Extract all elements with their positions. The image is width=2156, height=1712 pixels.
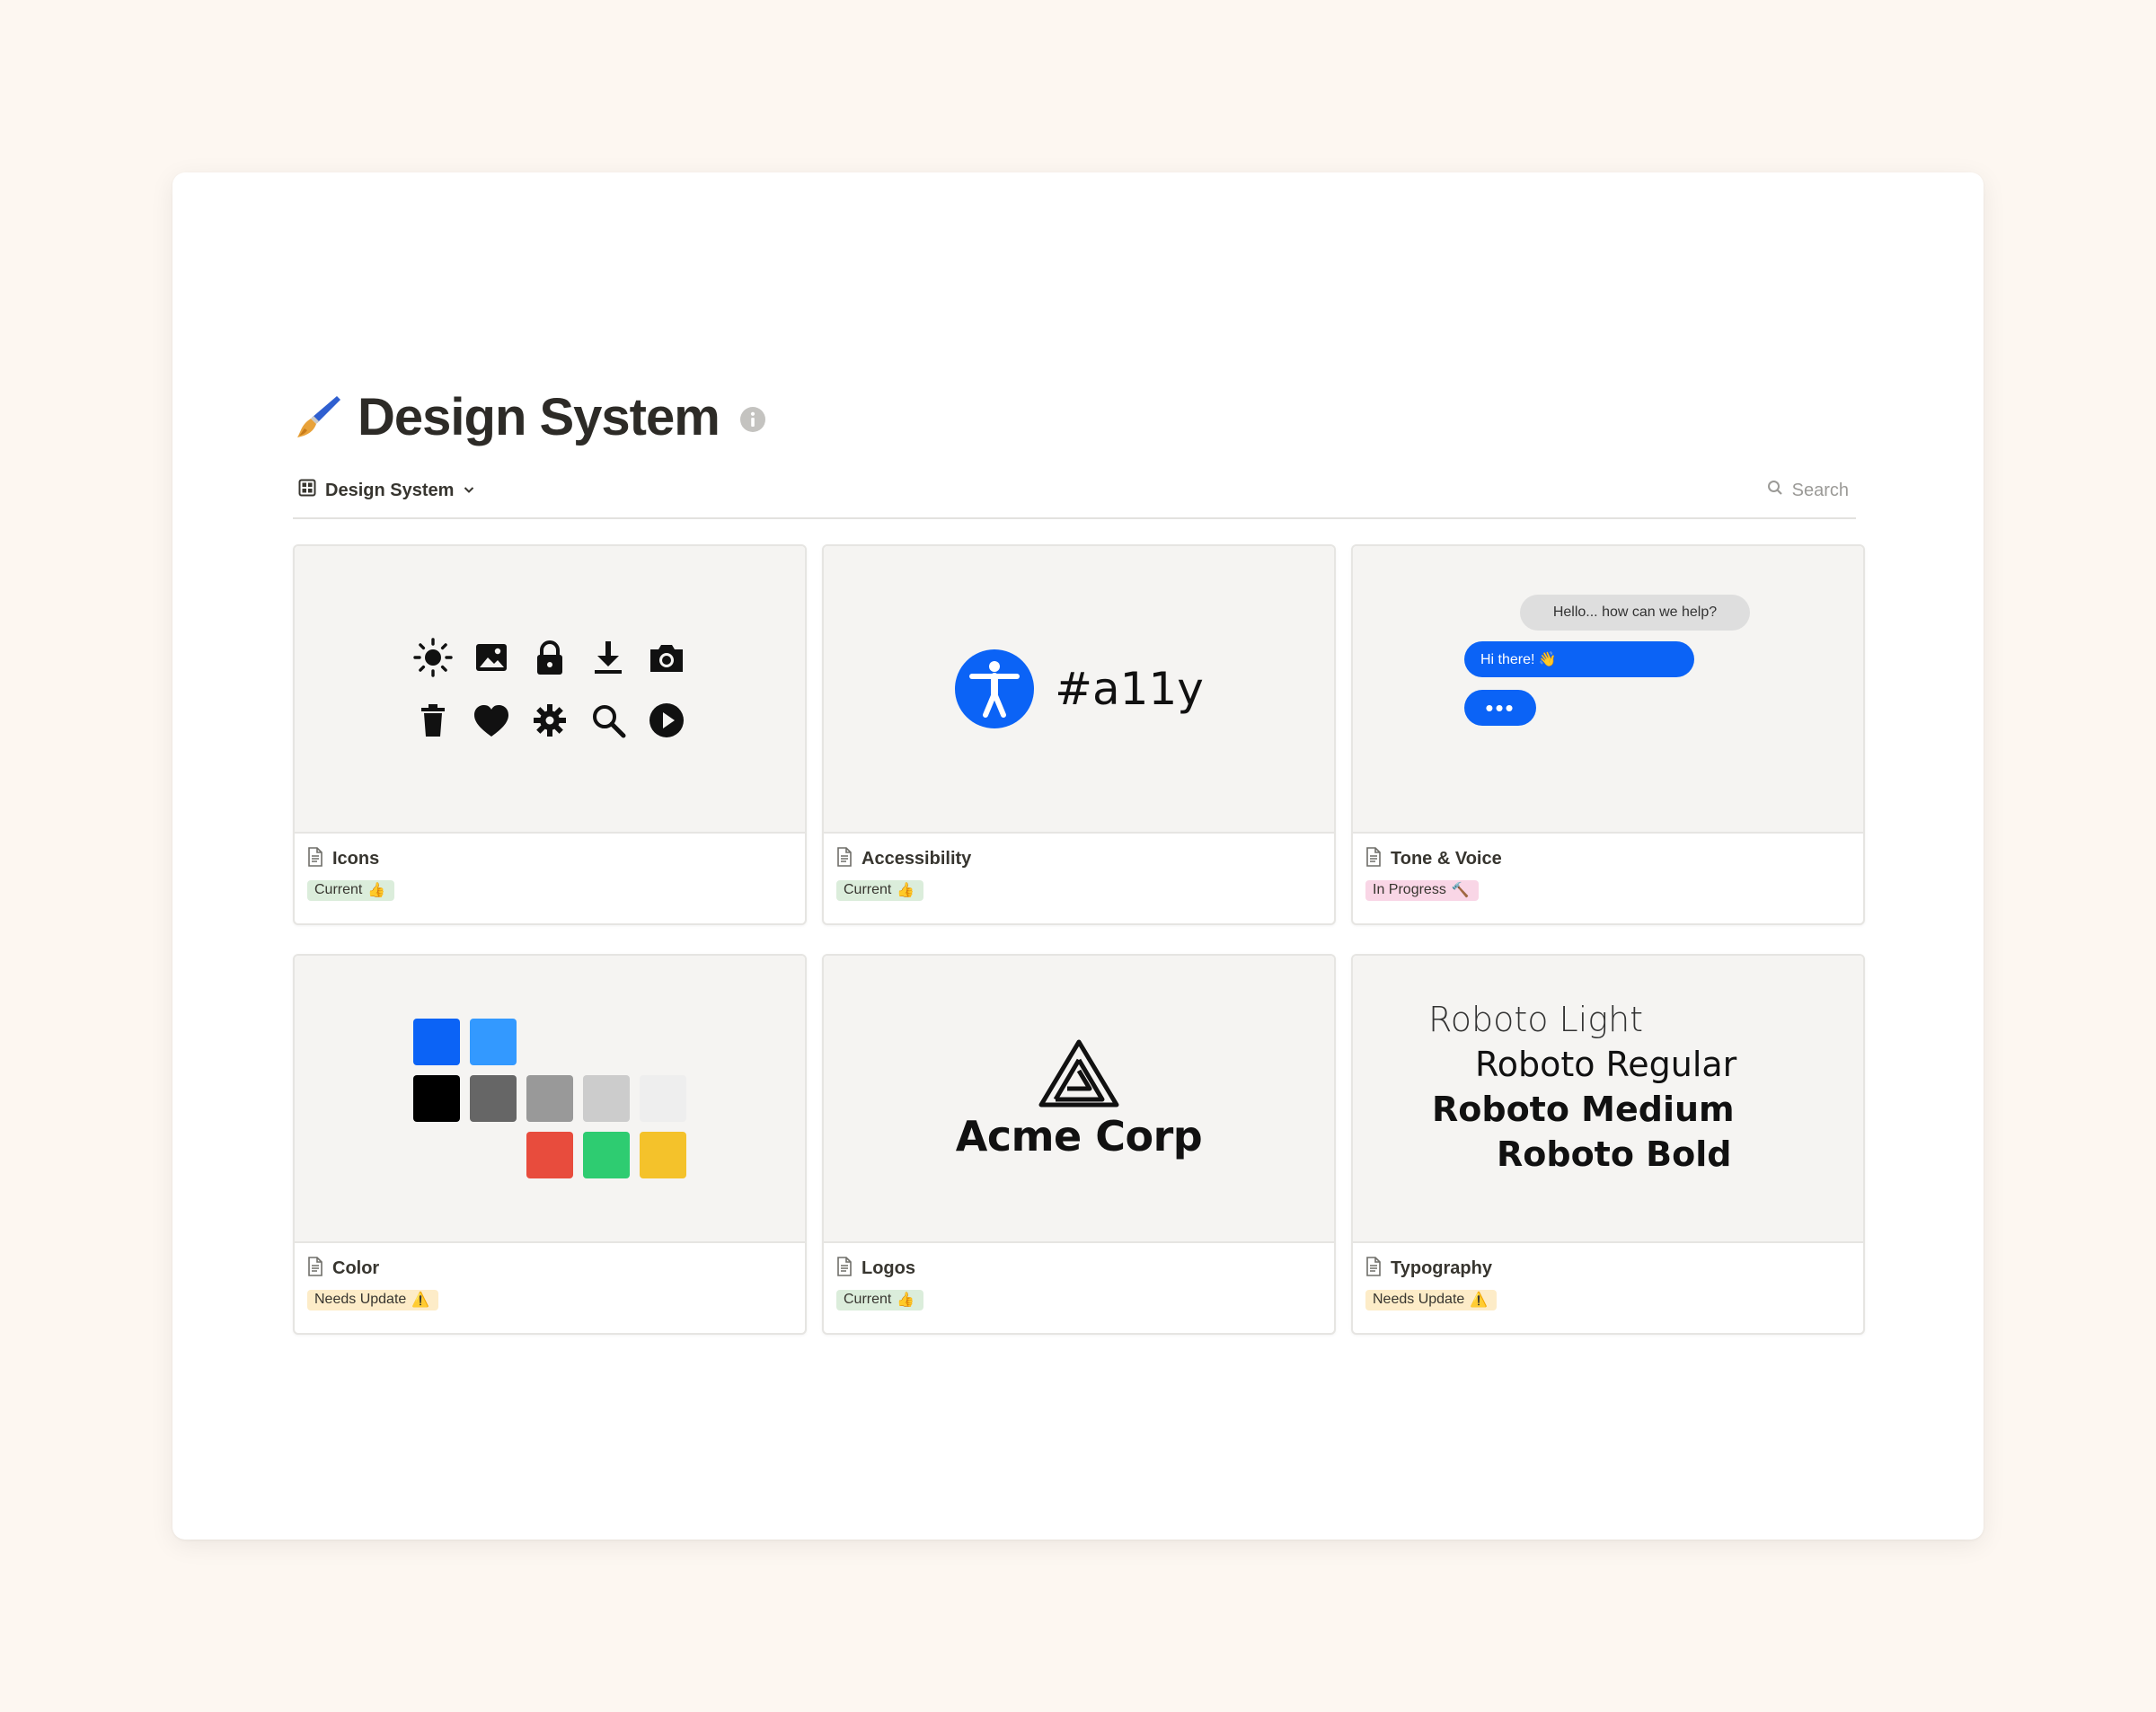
sun-icon <box>413 638 453 677</box>
gallery-view-icon <box>298 479 316 502</box>
type-sample-medium: Roboto Medium <box>1432 1090 1735 1129</box>
card-title: Accessibility <box>862 848 972 869</box>
palette-preview <box>413 1019 686 1178</box>
search-icon <box>593 705 626 738</box>
thumbs-up-icon: 👍 <box>367 883 386 898</box>
page-icon <box>307 846 323 871</box>
card-meta: Accessibility Current 👍 <box>836 839 1321 901</box>
thumbs-up-icon: 👍 <box>897 883 915 898</box>
status-badge: Current 👍 <box>307 880 395 901</box>
type-sample-light: Roboto Light <box>1428 1000 1644 1039</box>
card-cover: Roboto Light Roboto Regular Roboto Mediu… <box>1353 956 1863 1243</box>
warning-icon: ⚠️ <box>1470 1293 1489 1308</box>
gallery-card-logos[interactable]: Acme Corp Logos Current 👍 <box>822 954 1336 1335</box>
page-icon <box>307 1256 323 1281</box>
incoming-message: Hello... how can we help? <box>1520 595 1750 631</box>
icon-set-preview <box>411 636 688 742</box>
status-badge: Needs Update ⚠️ <box>307 1290 439 1310</box>
search-label: Search <box>1791 480 1849 500</box>
gallery-card-tone-voice[interactable]: Hello... how can we help? Hi there! 👋 ••… <box>1351 544 1865 925</box>
gallery-card-color[interactable]: Color Needs Update ⚠️ <box>293 954 807 1335</box>
accessibility-icon <box>955 649 1035 728</box>
app-window: Design System Design System Search Icons… <box>172 172 1984 1540</box>
card-cover: Hello... how can we help? Hi there! 👋 ••… <box>1353 546 1863 834</box>
type-sample-regular: Roboto Regular <box>1475 1045 1737 1084</box>
gallery-card-typography[interactable]: Roboto Light Roboto Regular Roboto Mediu… <box>1351 954 1865 1335</box>
chevron-down-icon <box>463 481 475 501</box>
swatch-dark-gray <box>470 1075 517 1122</box>
card-title: Tone & Voice <box>1391 848 1502 869</box>
swatch-yellow <box>640 1132 686 1178</box>
camera-icon <box>650 645 683 672</box>
card-meta: Logos Current 👍 <box>836 1249 1321 1310</box>
company-wordmark: Acme Corp <box>955 1112 1203 1160</box>
info-icon[interactable] <box>739 406 766 433</box>
card-title: Color <box>332 1258 380 1278</box>
database-toolbar: Design System Search <box>293 474 1856 519</box>
type-sample-bold: Roboto Bold <box>1497 1134 1732 1174</box>
page-icon <box>836 846 853 871</box>
search-button[interactable]: Search <box>1760 474 1856 507</box>
swatch-green <box>583 1132 630 1178</box>
image-icon <box>476 644 507 671</box>
card-title: Logos <box>862 1258 915 1278</box>
gallery-card-icons[interactable]: Icons Current 👍 <box>293 544 807 925</box>
status-badge: In Progress 🔨 <box>1365 880 1479 901</box>
paintbrush-icon[interactable] <box>293 392 343 442</box>
gallery-card-accessibility[interactable]: #a11y Accessibility Current 👍 <box>822 544 1336 925</box>
trash-icon <box>421 704 445 737</box>
page-title: Design System <box>358 387 720 446</box>
card-cover <box>295 546 805 834</box>
card-title: Icons <box>332 848 380 869</box>
status-badge: Current 👍 <box>836 1290 924 1310</box>
status-badge: Current 👍 <box>836 880 924 901</box>
outgoing-message: Hi there! 👋 <box>1464 641 1694 677</box>
view-label: Design System <box>325 480 455 500</box>
swatch-lightest-gray <box>640 1075 686 1122</box>
typing-indicator: ••• <box>1464 690 1536 726</box>
swatch-red <box>526 1132 573 1178</box>
card-cover <box>295 956 805 1243</box>
card-title: Typography <box>1391 1258 1492 1278</box>
warning-icon: ⚠️ <box>411 1293 430 1308</box>
chat-preview: Hello... how can we help? Hi there! 👋 ••… <box>1464 595 1752 756</box>
swatch-black <box>413 1075 460 1122</box>
page-icon <box>1365 1256 1382 1281</box>
card-cover: #a11y <box>824 546 1334 834</box>
download-icon <box>595 641 622 674</box>
gear-icon <box>534 704 566 737</box>
heart-icon <box>474 705 508 737</box>
gallery-grid: Icons Current 👍 #a11y Accessibility Curr… <box>293 544 1865 1349</box>
page-header: Design System <box>293 381 766 453</box>
lock-icon <box>537 640 562 675</box>
card-cover: Acme Corp <box>824 956 1334 1243</box>
card-meta: Typography Needs Update ⚠️ <box>1365 1249 1851 1310</box>
status-badge: Needs Update ⚠️ <box>1365 1290 1498 1310</box>
page-icon <box>1365 846 1382 871</box>
card-meta: Tone & Voice In Progress 🔨 <box>1365 839 1851 901</box>
swatch-light-gray <box>583 1075 630 1122</box>
typography-preview: Roboto Light Roboto Regular Roboto Mediu… <box>1419 991 1797 1206</box>
swatch-light-blue <box>470 1019 517 1065</box>
acme-logo-icon <box>1038 1039 1119 1108</box>
page-icon <box>836 1256 853 1281</box>
thumbs-up-icon: 👍 <box>897 1293 915 1308</box>
card-meta: Color Needs Update ⚠️ <box>307 1249 792 1310</box>
view-switcher[interactable]: Design System <box>293 474 481 507</box>
a11y-tag: #a11y <box>1055 663 1204 715</box>
card-meta: Icons Current 👍 <box>307 839 792 901</box>
swatch-blue <box>413 1019 460 1065</box>
swatch-gray <box>526 1075 573 1122</box>
play-icon <box>649 703 684 737</box>
search-icon <box>1767 480 1783 501</box>
hammer-icon: 🔨 <box>1451 883 1470 898</box>
